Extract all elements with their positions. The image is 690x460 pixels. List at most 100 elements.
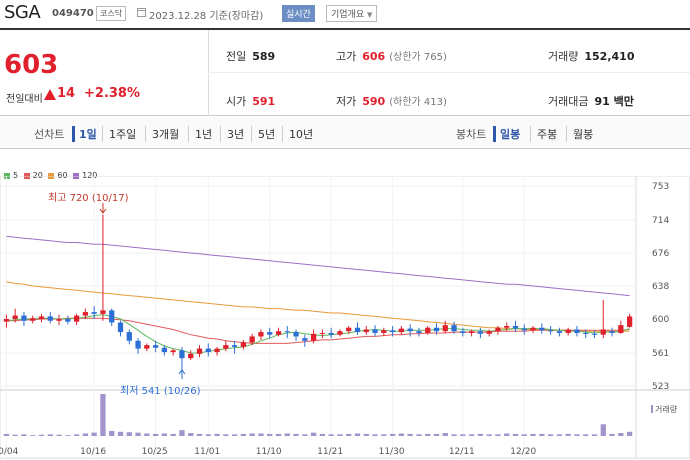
price-summary: 603 전일대비 14 +2.38% 전일 589 고가 606 (상한가 765) … [0,28,690,116]
candle-body [47,316,53,321]
candle-body [179,350,185,359]
candle-body [223,345,229,349]
realtime-button[interactable]: 실시간 [282,5,315,22]
volume-value: 152,410 [584,50,635,63]
tab-weekly[interactable]: 주봉 [530,126,557,142]
candle-body [539,327,545,331]
y-tick-label: 600 [652,315,669,325]
tab-1w[interactable]: 1주일 [102,126,136,142]
volume-bar [126,432,132,436]
volume-bar [152,433,159,436]
tab-3y[interactable]: 3년 [220,126,244,142]
volume-bar [477,433,484,436]
volume-bar [363,433,369,436]
change-value: 14 [57,86,76,101]
volume-bar [389,433,396,436]
volume-bar [179,430,185,436]
y-tick-label: 753 [652,182,669,192]
candle-body [433,327,440,332]
tab-5y[interactable]: 5년 [251,126,275,142]
tab-monthly[interactable]: 월봉 [566,126,593,142]
volume-bar [117,431,124,436]
candle-body [389,330,396,333]
divider [208,72,690,73]
volume-bar [231,434,238,436]
x-tick-label: 10/16 [80,447,106,457]
candle-body [504,326,510,328]
candle-body [468,331,475,333]
candle-body [521,328,527,331]
candle-body [381,330,387,333]
volume-label: 거래량 [548,50,579,63]
volume-bar [249,433,255,436]
candle-body [91,312,97,314]
candle-body [12,315,18,320]
candle-body [328,332,334,335]
ma120-line [6,235,630,297]
x-tick-label: 11/30 [379,447,405,457]
candle-body [188,353,194,359]
upper-limit: (상한가 765) [389,52,447,63]
volume-bar [302,434,308,436]
candle-body [574,329,580,333]
stock-code: 049470 [52,8,94,19]
volume-bar [547,434,554,436]
volume-bar [539,433,545,436]
candle-body [117,322,124,333]
volume-bar [135,432,141,436]
candle-body [372,329,378,333]
volume-bar [161,433,168,436]
x-tick-label: 12/20 [510,447,536,457]
candle-body [398,328,405,333]
candle-body [319,332,326,334]
candle-body [231,345,238,347]
tab-10y[interactable]: 10년 [282,126,313,142]
company-overview-dropdown[interactable]: 기업개요 ▼ [326,5,378,22]
volume-bar [205,434,211,436]
volume-bar [196,433,203,436]
volume-bar [12,434,18,436]
low-price: 저가 590 (하한가 413) [336,93,447,109]
candle-body [354,327,361,333]
stock-chart[interactable]: 753 714 676 638 600 561 523 10/04 10/16 10/25 11/0… [0,176,690,460]
volume-bar [433,433,440,436]
candle-body [258,332,264,337]
market-badge: 코스닥 [96,6,127,21]
candle-body [275,331,282,335]
candle-body [196,348,203,354]
x-tick-label: 10/04 [0,447,19,457]
volume-bar [223,434,229,436]
candle-body [267,332,273,335]
change-percent: +2.38% [84,86,140,101]
candle-body [407,328,413,332]
volume-bar [82,433,89,436]
trade-value-label: 거래대금 [548,95,589,108]
candle-body [30,318,36,321]
volume-bar [354,433,361,436]
tab-1d[interactable]: 1일 [72,126,97,142]
volume-bar [275,433,282,436]
candle-body [486,331,492,334]
y-tick-label: 638 [652,282,669,292]
candle-body [144,345,150,349]
volume-bar [170,433,176,436]
volume-bar [381,434,387,436]
tab-daily[interactable]: 일봉 [493,126,520,142]
chevron-down-icon: ▼ [367,11,373,19]
prev-close-label: 전일 [226,50,247,63]
candle-body [565,329,571,333]
volume-bar [460,434,466,436]
volume-bar [319,433,326,436]
candle-body [626,316,633,327]
candle-body [82,312,89,316]
y-tick-label: 714 [652,216,669,226]
volume: 거래량 152,410 [548,48,634,64]
candle-body [460,331,466,333]
tab-3m[interactable]: 3개월 [145,126,179,142]
chart-tabs: 선차트 1일 1주일 3개월 1년 3년 5년 10년 봉차트 일봉 주봉 월봉 [0,117,690,149]
volume-bar [565,433,571,436]
volume-bar [372,434,378,436]
change-label: 전일대비 [6,94,43,105]
tab-1y[interactable]: 1년 [188,126,212,142]
base-date: 2023.12.28 기준(장마감) [149,11,264,22]
